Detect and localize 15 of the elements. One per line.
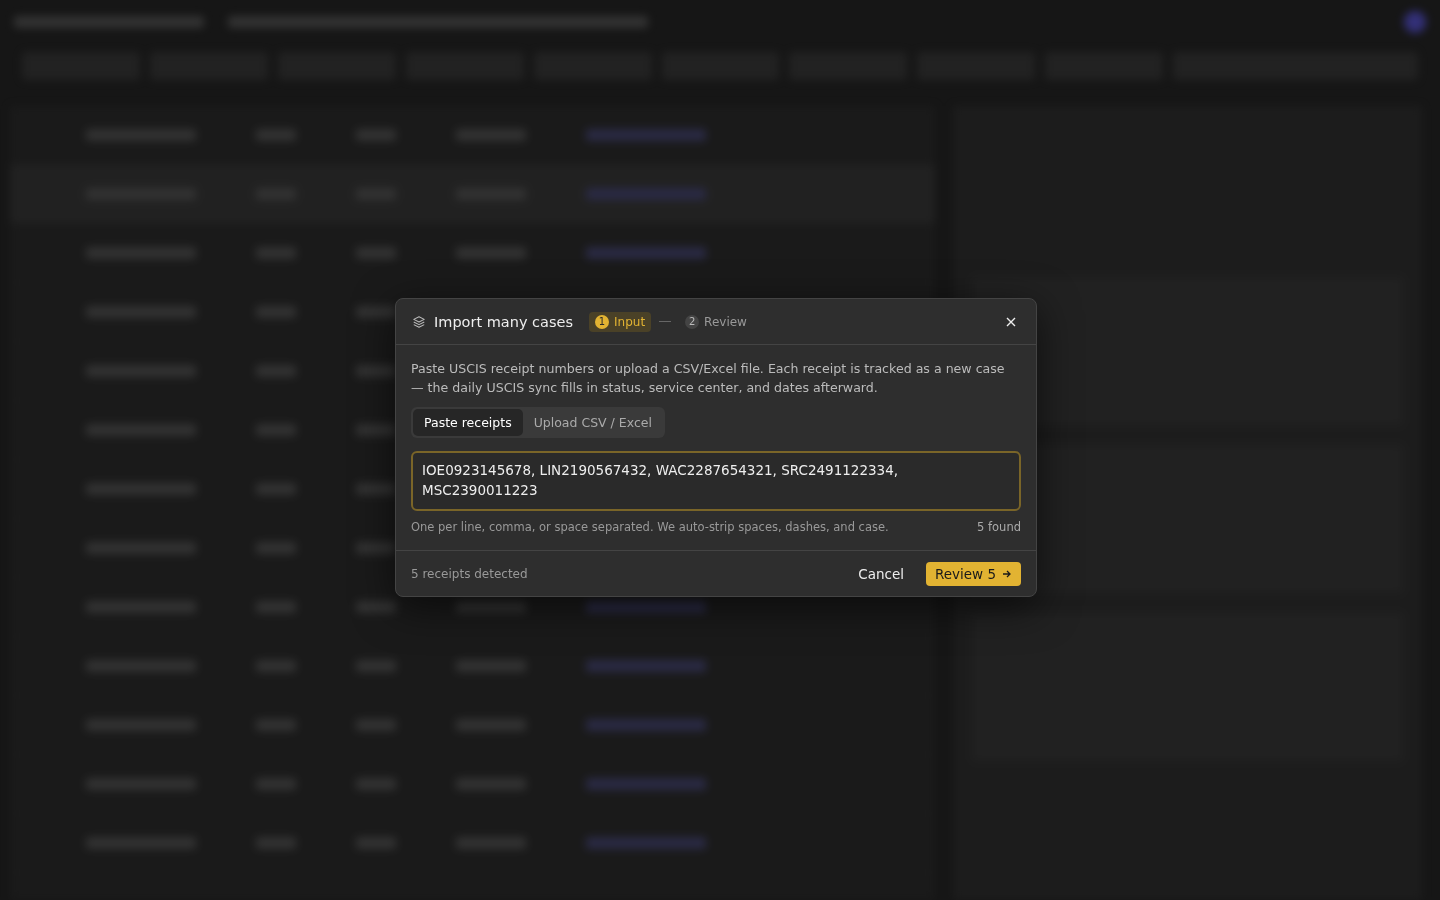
close-icon	[1006, 316, 1016, 327]
tab[interactable]: Upload CSV / Excel	[522, 409, 663, 436]
layers-icon	[412, 314, 426, 329]
hint-text: One per line, comma, or space separated. We auto-strip spaces, dashes, and case.	[411, 520, 889, 534]
receipts-field[interactable]: IOE0923145678, LIN2190567432, WAC2287654321, SRC2491122334, MSC2390011223	[411, 451, 1021, 511]
tab[interactable]: Paste receipts	[413, 409, 523, 436]
step-indicator: 2 Review	[679, 311, 753, 332]
found-count: 5 found	[977, 520, 1021, 534]
footer-note: 5 receipts detected	[411, 567, 528, 581]
review-button[interactable]: Review 5	[925, 562, 1021, 586]
cancel-button[interactable]: Cancel	[852, 565, 910, 583]
step-indicator: 1 Input	[589, 311, 652, 332]
description-text: Paste USCIS receipt numbers or upload a CSV/Excel file. Each receipt is tracked as a new case — the daily USCIS sync fills in status, service center, and dates afterward.	[411, 360, 1006, 397]
dialog-title: Import many cases	[434, 313, 573, 330]
arrow-right-icon	[1002, 569, 1012, 579]
